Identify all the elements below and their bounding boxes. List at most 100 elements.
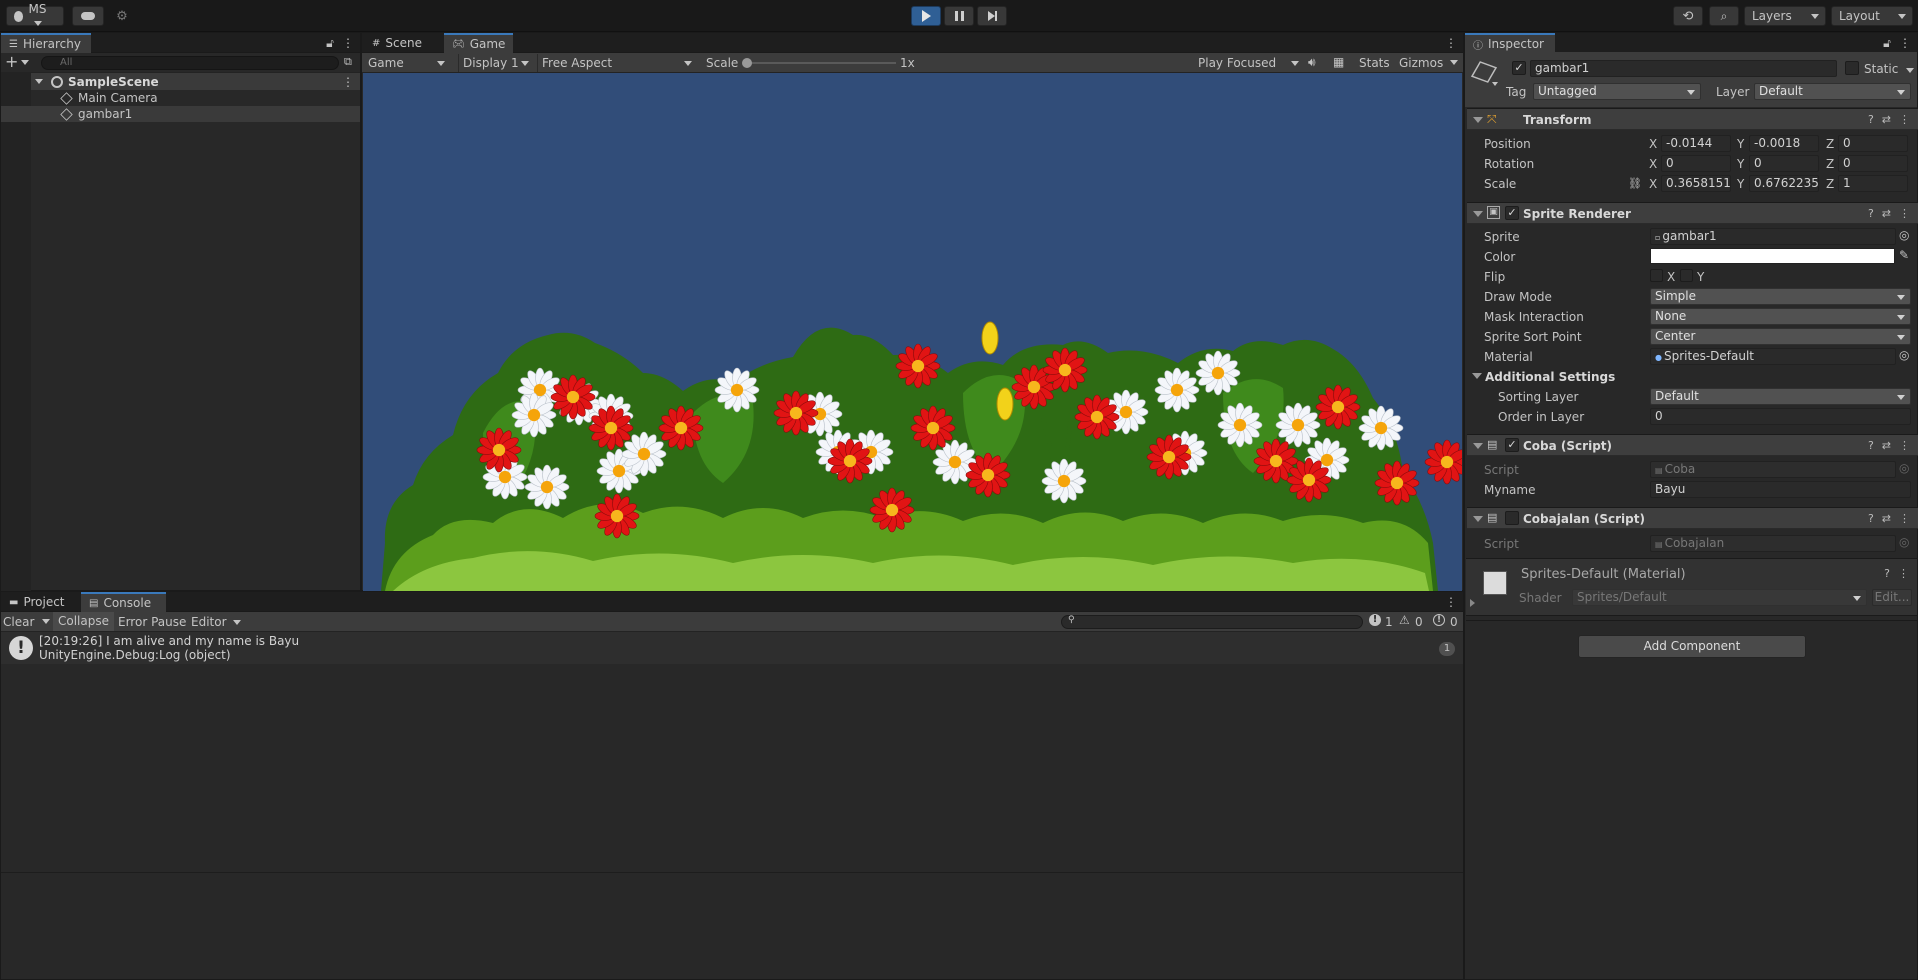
collapse-icon[interactable]	[1473, 117, 1483, 123]
play-button[interactable]	[911, 6, 941, 26]
help-icon[interactable]: ?	[1868, 113, 1874, 126]
position-z-field[interactable]: 0	[1838, 135, 1908, 152]
chevron-down-icon[interactable]	[1450, 60, 1458, 65]
object-picker-icon[interactable]: ◎	[1899, 348, 1909, 362]
object-name-field[interactable]: gambar1	[1530, 60, 1837, 77]
collapse-icon[interactable]	[1473, 211, 1483, 217]
kebab-menu-icon[interactable]: ⋮	[1899, 207, 1910, 220]
foldout-icon[interactable]	[1472, 373, 1482, 379]
material-field[interactable]: ● Sprites-Default	[1650, 348, 1896, 365]
layout-dropdown[interactable]: Layout	[1831, 6, 1913, 26]
flip-y-checkbox[interactable]	[1680, 269, 1693, 282]
shader-edit-button[interactable]: Edit...	[1872, 589, 1912, 606]
editor-dropdown[interactable]: Editor	[191, 615, 241, 629]
myname-field[interactable]: Bayu	[1650, 481, 1911, 498]
additional-settings-foldout[interactable]: Additional Settings	[1485, 370, 1615, 384]
scale-y-field[interactable]: 0.6762235	[1749, 175, 1819, 192]
kebab-menu-icon[interactable]: ⋮	[1898, 567, 1909, 580]
presets-icon[interactable]: ⇄	[1882, 207, 1891, 220]
add-component-button[interactable]: Add Component	[1578, 635, 1806, 658]
position-y-field[interactable]: -0.0018	[1749, 135, 1819, 152]
kebab-menu-icon[interactable]: ⋮	[342, 75, 354, 89]
rotation-axis-y-label[interactable]: Y	[1737, 157, 1744, 171]
log-entry[interactable]: ! [20:19:26] I am alive and my name is B…	[1, 632, 1463, 664]
list-item[interactable]: Main Camera	[31, 90, 360, 106]
tab-inspector[interactable]: ⓘ Inspector	[1465, 33, 1555, 53]
presets-icon[interactable]: ⇄	[1882, 512, 1891, 525]
tab-project[interactable]: ▬ Project	[1, 592, 73, 612]
collab-button[interactable]: ⚙	[110, 6, 134, 26]
expand-icon[interactable]	[35, 79, 43, 84]
display-dropdown[interactable]: Display 1	[458, 54, 534, 72]
help-icon[interactable]: ?	[1868, 439, 1874, 452]
kebab-menu-icon[interactable]: ⋮	[1445, 36, 1457, 50]
sprite-renderer-header[interactable]: ▣ ✓ Sprite Renderer ? ⇄ ⋮	[1467, 202, 1918, 224]
collapse-icon[interactable]	[1473, 516, 1483, 522]
log-count-toggle[interactable]: 1	[1385, 615, 1393, 629]
rotation-axis-z-label[interactable]: Z	[1826, 157, 1834, 171]
gizmos-button[interactable]: Gizmos	[1399, 56, 1443, 70]
grid-icon[interactable]: ▦	[1333, 55, 1344, 69]
stats-button[interactable]: Stats	[1359, 56, 1390, 70]
position-axis-y-label[interactable]: Y	[1737, 137, 1744, 151]
scale-axis-z-label[interactable]: Z	[1826, 177, 1834, 191]
history-button[interactable]: ⟲	[1673, 6, 1703, 26]
search-button[interactable]: ⌕	[1709, 6, 1739, 26]
rotation-y-field[interactable]: 0	[1749, 155, 1819, 172]
flip-x-checkbox[interactable]	[1650, 269, 1663, 282]
game-mode-dropdown[interactable]: Game	[364, 54, 450, 72]
step-button[interactable]	[977, 6, 1007, 26]
position-x-field[interactable]: -0.0144	[1661, 135, 1731, 152]
list-item-selected[interactable]: gambar1	[1, 106, 360, 122]
enabled-checkbox[interactable]: ✓	[1505, 206, 1519, 220]
foldout-icon[interactable]	[1470, 599, 1475, 607]
eyedropper-icon[interactable]: ✎	[1899, 248, 1909, 262]
scale-axis-x-label[interactable]: X	[1649, 177, 1657, 191]
transform-header[interactable]: ⤧ Transform ? ⇄ ⋮	[1467, 108, 1918, 130]
kebab-menu-icon[interactable]: ⋮	[1445, 595, 1457, 609]
tab-game[interactable]: 🎮︎ Game	[444, 33, 514, 53]
cobajalan-script-header[interactable]: ▤ Cobajalan (Script) ? ⇄ ⋮	[1467, 507, 1918, 529]
help-icon[interactable]: ?	[1884, 567, 1890, 580]
scale-slider[interactable]	[742, 58, 896, 68]
position-axis-x-label[interactable]: X	[1649, 137, 1657, 151]
scale-z-field[interactable]: 1	[1838, 175, 1908, 192]
warn-count-toggle[interactable]: 0	[1415, 615, 1423, 629]
enabled-checkbox[interactable]: ✓	[1505, 438, 1519, 452]
account-dropdown[interactable]: MS	[6, 2, 64, 26]
layers-dropdown[interactable]: Layers	[1744, 6, 1826, 26]
chevron-down-icon[interactable]	[42, 619, 50, 624]
help-icon[interactable]: ?	[1868, 512, 1874, 525]
game-render-view[interactable]	[363, 73, 1462, 591]
chevron-down-icon[interactable]	[21, 60, 29, 65]
draw-mode-dropdown[interactable]: Simple	[1650, 288, 1911, 305]
kebab-menu-icon[interactable]: ⋮	[1899, 439, 1910, 452]
lock-icon[interactable]: 🔓︎	[324, 36, 336, 50]
presets-icon[interactable]: ⇄	[1882, 439, 1891, 452]
error-count-toggle[interactable]: 0	[1450, 615, 1458, 629]
cloud-button[interactable]	[72, 6, 104, 26]
rotation-z-field[interactable]: 0	[1838, 155, 1908, 172]
sprite-field[interactable]: ▫ gambar1	[1650, 228, 1896, 245]
rotation-axis-x-label[interactable]: X	[1649, 157, 1657, 171]
order-in-layer-field[interactable]: 0	[1650, 408, 1911, 425]
object-picker-icon[interactable]: ◎	[1899, 228, 1909, 242]
tab-hierarchy[interactable]: ☰ Hierarchy	[1, 33, 91, 53]
chevron-down-icon[interactable]	[1906, 68, 1914, 73]
aspect-dropdown[interactable]: Free Aspect	[537, 54, 697, 72]
shader-dropdown[interactable]: Sprites/Default	[1572, 589, 1867, 606]
color-field[interactable]	[1650, 248, 1895, 264]
add-icon[interactable]: +	[5, 53, 18, 71]
sorting-layer-dropdown[interactable]: Default	[1650, 388, 1911, 405]
scene-row[interactable]: SampleScene ⋮	[31, 73, 360, 90]
kebab-menu-icon[interactable]: ⋮	[1899, 113, 1910, 126]
error-pause-toggle[interactable]: Error Pause	[118, 615, 186, 629]
kebab-menu-icon[interactable]: ⋮	[1899, 36, 1911, 50]
lock-icon[interactable]: 🔓︎	[1881, 36, 1893, 50]
active-checkbox[interactable]: ✓	[1512, 61, 1526, 75]
help-icon[interactable]: ?	[1868, 207, 1874, 220]
chevron-down-icon[interactable]	[1492, 82, 1498, 86]
kebab-menu-icon[interactable]: ⋮	[1899, 512, 1910, 525]
slider-handle[interactable]	[742, 58, 752, 68]
collapse-icon[interactable]	[1473, 443, 1483, 449]
